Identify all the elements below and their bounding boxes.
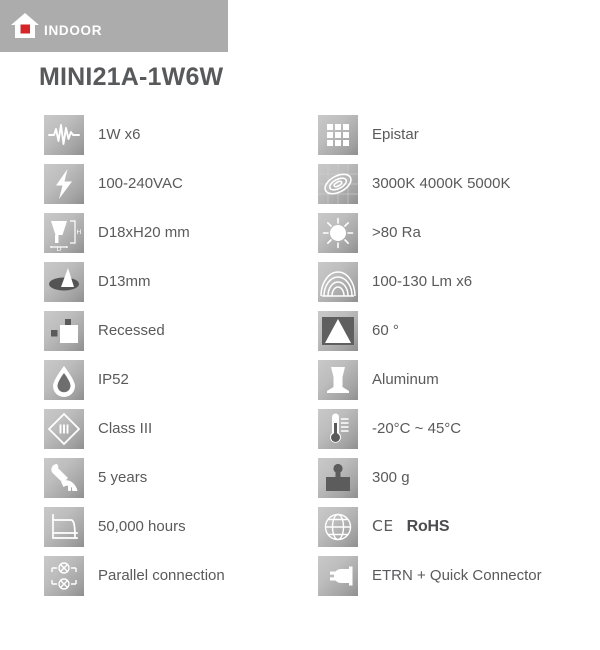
- weight-icon: [318, 457, 358, 498]
- spec-row: IP52: [44, 355, 318, 404]
- spec-row: 300 g: [318, 453, 592, 502]
- spec-row: Class III: [44, 404, 318, 453]
- voltage-bolt-icon: [44, 163, 84, 204]
- spec-label: ETRN + Quick Connector: [372, 567, 542, 584]
- rohs-mark: RoHS: [406, 518, 450, 535]
- spec-row: 50,000 hours: [44, 502, 318, 551]
- parallel-circuit-icon: [44, 555, 84, 596]
- spec-label: 5 years: [98, 469, 148, 486]
- spec-label: Recessed: [98, 322, 165, 339]
- ce-mark: CE: [372, 517, 394, 535]
- spec-row: H D D18xH20 mm: [44, 208, 318, 257]
- cutout-diameter-icon: [44, 261, 84, 302]
- ip-rating-droplet-icon: [44, 359, 84, 400]
- spec-row: >80 Ra: [318, 208, 592, 257]
- spec-label: 50,000 hours: [98, 518, 186, 535]
- spec-label: D13mm: [98, 273, 151, 290]
- spec-label: -20°C ~ 45°C: [372, 420, 462, 437]
- color-rendering-sun-icon: [318, 212, 358, 253]
- spec-label: 1W x6: [98, 126, 141, 143]
- svg-text:H: H: [77, 228, 82, 236]
- luminous-flux-icon: [318, 261, 358, 302]
- spec-list: 1W x6 Epistar 100-240VAC 3000K 4000K 500…: [0, 110, 600, 600]
- spec-row: Epistar: [318, 110, 592, 159]
- color-temperature-icon: [318, 163, 358, 204]
- spec-row: 60 °: [318, 306, 592, 355]
- spec-label: 100-240VAC: [98, 175, 183, 192]
- spec-label: 3000K 4000K 5000K: [372, 175, 511, 192]
- recessed-mounting-icon: [44, 310, 84, 351]
- svg-text:D: D: [57, 245, 62, 253]
- warranty-wrench-icon: [44, 457, 84, 498]
- spec-row: 3000K 4000K 5000K: [318, 159, 592, 208]
- dimensions-icon: H D: [44, 212, 84, 253]
- spec-label: Epistar: [372, 126, 419, 143]
- housing-material-icon: [318, 359, 358, 400]
- spec-row: Recessed: [44, 306, 318, 355]
- spec-label: 300 g: [372, 469, 410, 486]
- spec-row: 1W x6: [44, 110, 318, 159]
- certification-marks: CE RoHS: [372, 517, 450, 536]
- spec-row: ETRN + Quick Connector: [318, 551, 592, 600]
- lifetime-graph-icon: [44, 506, 84, 547]
- beam-angle-icon: [318, 310, 358, 351]
- spec-label: IP52: [98, 371, 129, 388]
- spec-row: Aluminum: [318, 355, 592, 404]
- spec-row: 100-240VAC: [44, 159, 318, 208]
- product-spec-sheet: INDOOR MINI21A-1W6W 1W x6 Epistar 100-24…: [0, 0, 600, 650]
- house-icon: [11, 13, 39, 38]
- spec-label: >80 Ra: [372, 224, 421, 241]
- spec-label: Class III: [98, 420, 153, 437]
- spec-row: Parallel connection: [44, 551, 318, 600]
- spec-row: D13mm: [44, 257, 318, 306]
- power-waveform-icon: [44, 114, 84, 155]
- spec-label: 60 °: [372, 322, 399, 339]
- temperature-range-icon: [318, 408, 358, 449]
- indoor-banner: INDOOR: [0, 0, 228, 52]
- spec-row: -20°C ~ 45°C: [318, 404, 592, 453]
- safety-class-icon: [44, 408, 84, 449]
- spec-label: Parallel connection: [98, 567, 225, 584]
- spec-row: 5 years: [44, 453, 318, 502]
- led-chip-grid-icon: [318, 114, 358, 155]
- banner-label: INDOOR: [44, 23, 103, 39]
- spec-row: 100-130 Lm x6: [318, 257, 592, 306]
- spec-label: 100-130 Lm x6: [372, 273, 473, 290]
- spec-label: Aluminum: [372, 371, 439, 388]
- spec-row: CE RoHS: [318, 502, 592, 551]
- spec-label: D18xH20 mm: [98, 224, 190, 241]
- page-title: MINI21A-1W6W: [39, 63, 224, 91]
- connector-plug-icon: [318, 555, 358, 596]
- certification-globe-icon: [318, 506, 358, 547]
